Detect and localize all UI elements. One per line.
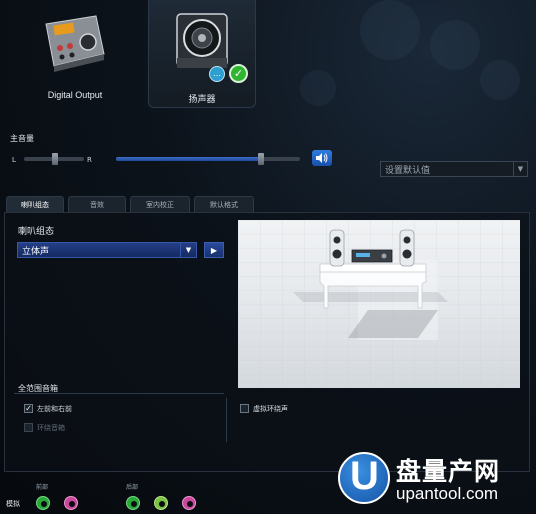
watermark-url: upantool.com — [396, 484, 499, 503]
background-bokeh — [360, 0, 420, 60]
site-watermark: U 盘量产网 upantool.com — [338, 450, 534, 510]
chat-bubble-icon: … — [209, 66, 225, 82]
default-device-value: 设置默认值 — [385, 165, 431, 176]
device-speakers[interactable]: … ✓ 扬声器 — [148, 0, 256, 108]
front-speakers-checkbox[interactable]: ✓ — [24, 404, 33, 413]
master-volume-thumb[interactable] — [258, 153, 264, 165]
speaker-config-title: 喇叭组态 — [18, 226, 55, 236]
volume-icon — [316, 153, 328, 163]
master-volume-fill — [116, 157, 263, 161]
balance-right-label: R — [87, 156, 92, 164]
master-volume-title: 主音量 — [10, 134, 34, 143]
play-icon: ▶ — [210, 245, 218, 255]
tab-label: 音效 — [90, 200, 104, 209]
front-speakers-label: 左前和右前 — [37, 405, 72, 413]
tab-label: 默认格式 — [210, 200, 238, 209]
divider — [14, 393, 224, 394]
tab-label: 室内校正 — [146, 200, 174, 209]
digital-output-icon — [45, 15, 105, 72]
analog-label: 模拟 — [6, 500, 20, 508]
device-digital-output[interactable]: Digital Output — [30, 0, 120, 108]
jack-rear-label: 后部 — [126, 484, 139, 491]
speaker-icon — [176, 13, 228, 68]
speaker-preview — [238, 220, 520, 388]
background-bokeh — [480, 60, 520, 100]
tab-label: 喇叭组态 — [21, 200, 49, 209]
default-device-dropdown[interactable]: 设置默认值 ▼ — [380, 161, 528, 177]
surround-speakers-label: 环绕音箱 — [37, 424, 65, 432]
front-pink-jack[interactable] — [64, 496, 78, 510]
tab-sound-effects[interactable]: 音效 — [68, 196, 126, 212]
rear-pink-jack[interactable] — [182, 496, 196, 510]
mute-button[interactable] — [312, 150, 332, 166]
speaker-setup-illustration — [238, 220, 520, 388]
divider — [226, 398, 227, 442]
tab-default-format[interactable]: 默认格式 — [194, 196, 254, 212]
speaker-config-value: 立体声 — [22, 246, 50, 257]
background-bokeh — [430, 20, 480, 70]
chevron-down-icon[interactable]: ▼ — [180, 243, 196, 257]
speaker-config-select[interactable]: 立体声 ▼ — [17, 242, 197, 258]
device-label: 扬声器 — [188, 94, 216, 104]
rear-lime-jack[interactable] — [154, 496, 168, 510]
tab-speaker-config[interactable]: 喇叭组态 — [6, 196, 64, 212]
background-bokeh — [300, 70, 336, 106]
virtual-surround-label: 虚拟环绕声 — [253, 405, 288, 413]
balance-left-label: L — [12, 156, 16, 164]
device-label: Digital Output — [47, 90, 103, 100]
watermark-title: 盘量产网 — [396, 457, 501, 486]
tab-room-correction[interactable]: 室内校正 — [130, 196, 190, 212]
watermark-letter: U — [350, 454, 379, 498]
jack-front-label: 前部 — [36, 484, 49, 491]
selected-check-icon: ✓ — [229, 64, 248, 83]
virtual-surround-checkbox[interactable] — [240, 404, 249, 413]
front-green-jack[interactable] — [36, 496, 50, 510]
chevron-down-icon[interactable]: ▼ — [513, 162, 527, 176]
balance-slider-thumb[interactable] — [52, 153, 58, 165]
test-play-button[interactable]: ▶ — [204, 242, 224, 258]
rear-green-jack[interactable] — [126, 496, 140, 510]
surround-speakers-checkbox — [24, 423, 33, 432]
